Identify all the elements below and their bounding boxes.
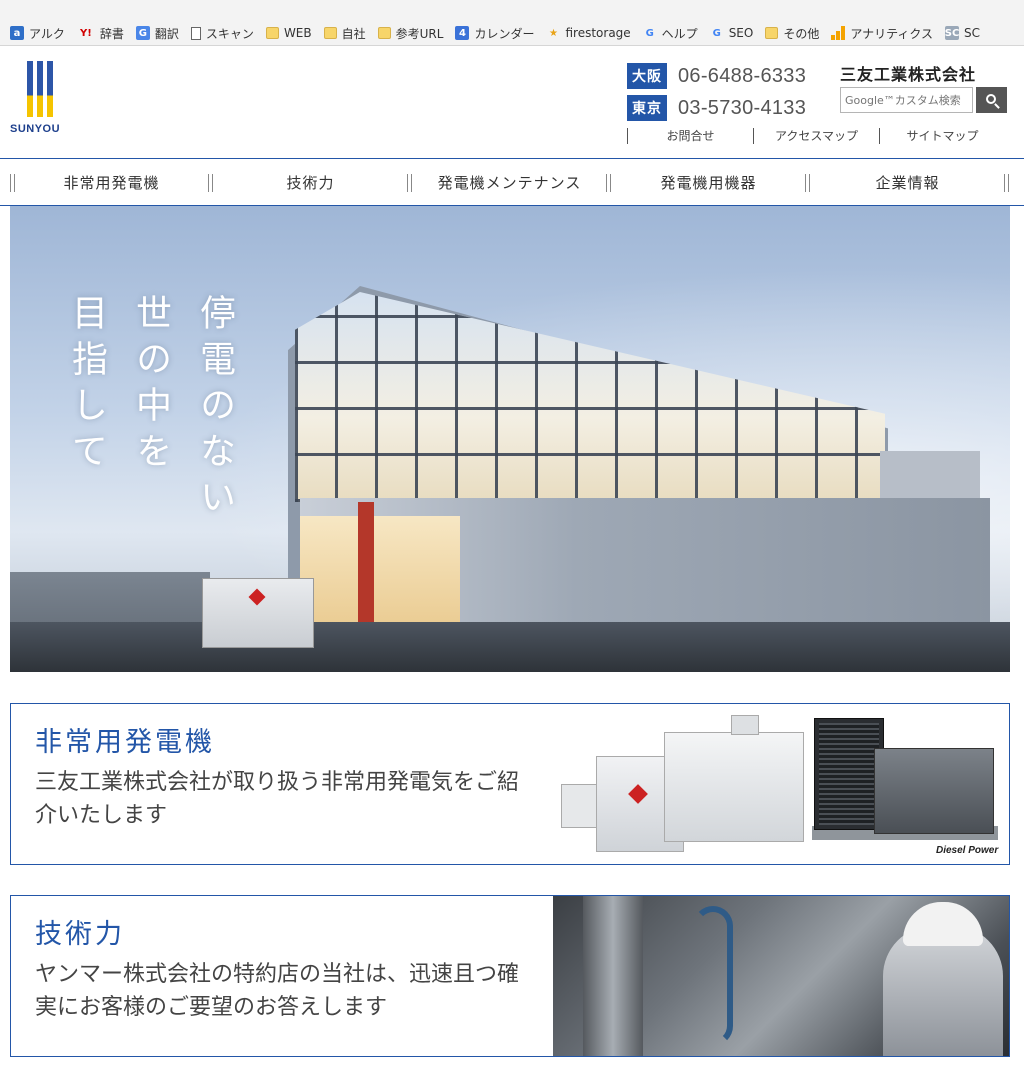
folder-icon xyxy=(323,27,337,39)
contact-link[interactable]: お問合せ xyxy=(627,128,753,144)
bookmark-label: 参考URL xyxy=(395,26,444,41)
section-title: 非常用発電機 xyxy=(35,727,215,758)
bookmark-label: WEB xyxy=(283,26,312,40)
bookmark-label: スキャン xyxy=(205,26,254,41)
phone-tokyo: 東京 03-5730-4133 xyxy=(627,95,806,121)
hero-generator xyxy=(202,578,314,648)
alc-icon: a xyxy=(10,26,24,40)
yahoo-icon: Y! xyxy=(79,27,92,39)
sitemap-link[interactable]: サイトマップ xyxy=(879,128,1005,144)
bookmark-search-console[interactable]: SC SC xyxy=(945,23,980,43)
hero-ground xyxy=(10,622,1010,672)
search-icon xyxy=(985,94,996,104)
search-input[interactable] xyxy=(840,87,973,113)
star-icon: ★ xyxy=(548,27,558,39)
analytics-icon xyxy=(831,26,846,40)
bookmark-label: カレンダー xyxy=(474,26,535,41)
technician-photo xyxy=(553,896,1009,1056)
search-button[interactable] xyxy=(976,87,1007,113)
bookmark-folder-web[interactable]: WEB xyxy=(265,23,312,43)
generator-engine xyxy=(874,748,994,834)
photo-pipe xyxy=(583,896,643,1056)
bookmark-label: 辞書 xyxy=(99,26,124,41)
google-icon: G xyxy=(712,27,721,39)
translate-icon: G xyxy=(135,26,150,40)
section-title: 技術力 xyxy=(35,919,125,950)
nav-item-technology[interactable]: 技術力 xyxy=(211,159,410,205)
hero-banner: 停電のない 世の中を 目指して xyxy=(10,206,1010,672)
bookmark-label: その他 xyxy=(783,26,820,41)
document-icon xyxy=(190,26,201,40)
hero-copy-line: 世の中を xyxy=(130,294,171,478)
generator-unit xyxy=(561,784,601,828)
section-description: 三友工業株式会社が取り扱う非常用発電気をご紹介いたします xyxy=(35,770,520,828)
bookmarks-row: a アルク Y! 辞書 G 翻訳 スキャン WEB 自社 参考URL 4 カレン… xyxy=(10,20,1024,46)
hero-copy-line: 停電のない xyxy=(194,294,235,524)
phone-osaka: 大阪 06-6488-6333 xyxy=(627,63,806,89)
logo-mark-icon xyxy=(27,61,53,117)
logo-text: SUNYOU xyxy=(10,123,61,135)
bookmarks-bar: a アルク Y! 辞書 G 翻訳 スキャン WEB 自社 参考URL 4 カレン… xyxy=(0,0,1024,46)
phone-number[interactable]: 06-6488-6333 xyxy=(678,65,806,88)
bookmark-label: 翻訳 xyxy=(154,26,179,41)
photo-hose xyxy=(693,906,733,1046)
global-nav: 非常用発電機 技術力 発電機メンテナンス 発電機用機器 企業情報 xyxy=(0,158,1024,206)
bookmark-alc[interactable]: a アルク xyxy=(10,23,65,43)
nav-item-company[interactable]: 企業情報 xyxy=(808,159,1007,205)
photo-helmet xyxy=(903,902,983,946)
access-map-link[interactable]: アクセスマップ xyxy=(753,128,879,144)
search-console-icon: SC xyxy=(944,26,960,40)
nav-item-equipment[interactable]: 発電機用機器 xyxy=(609,159,808,205)
bookmark-label: アナリティクス xyxy=(850,26,934,41)
bookmark-label: SEO xyxy=(728,26,754,40)
google-icon: G xyxy=(645,27,654,39)
site-logo[interactable]: SUNYOU xyxy=(10,61,70,141)
company-name: 三友工業株式会社 xyxy=(840,65,977,84)
bookmark-dictionary[interactable]: Y! 辞書 xyxy=(77,23,124,43)
nav-item-maintenance[interactable]: 発電機メンテナンス xyxy=(410,159,609,205)
phone-city-label: 大阪 xyxy=(627,63,667,89)
bookmark-label: アルク xyxy=(29,26,65,41)
site-search xyxy=(840,87,1007,113)
bookmark-help[interactable]: G ヘルプ xyxy=(643,23,698,43)
bookmark-folder-own[interactable]: 自社 xyxy=(323,23,366,43)
section-card-technology[interactable]: 技術力 ヤンマー株式会社の特約店の当社は、迅速且つ確実にお客様のご要望のお答えし… xyxy=(10,895,1010,1057)
bookmark-analytics[interactable]: アナリティクス xyxy=(831,23,933,43)
bookmark-firestorage[interactable]: ★ firestorage xyxy=(546,23,631,43)
hero-copy-line: 目指して xyxy=(66,294,107,478)
bookmark-label: SC xyxy=(964,26,981,40)
nav-separator xyxy=(1004,174,1009,192)
utility-links: お問合せ アクセスマップ サイトマップ xyxy=(627,128,1005,144)
bookmark-folder-other[interactable]: その他 xyxy=(765,23,819,43)
bookmark-folder-reference[interactable]: 参考URL xyxy=(377,23,444,43)
hero-building-lobby xyxy=(300,516,460,638)
site-header: SUNYOU 大阪 06-6488-6333 東京 03-5730-4133 三… xyxy=(0,47,1024,158)
folder-icon xyxy=(377,27,391,39)
folder-icon xyxy=(265,27,279,39)
section-description: ヤンマー株式会社の特約店の当社は、迅速且つ確実にお客様のご要望のお答えします xyxy=(35,962,520,1020)
nav-item-generators[interactable]: 非常用発電機 xyxy=(12,159,211,205)
bookmark-label: 自社 xyxy=(341,26,366,41)
folder-icon xyxy=(765,27,779,39)
bookmark-calendar[interactable]: 4 カレンダー xyxy=(455,23,534,43)
generator-unit xyxy=(664,715,804,842)
generators-image: Diesel Power xyxy=(556,708,1008,863)
bookmark-translate[interactable]: G 翻訳 xyxy=(135,23,179,43)
calendar-icon: 4 xyxy=(455,26,470,40)
bookmark-scan[interactable]: スキャン xyxy=(190,23,254,43)
section-card-generators[interactable]: 非常用発電機 三友工業株式会社が取り扱う非常用発電気をご紹介いたします Dies… xyxy=(10,703,1010,865)
bookmark-label: firestorage xyxy=(565,26,631,40)
phone-city-label: 東京 xyxy=(627,95,667,121)
bookmark-seo[interactable]: G SEO xyxy=(710,23,754,43)
phone-number[interactable]: 03-5730-4133 xyxy=(678,97,806,120)
bookmark-label: ヘルプ xyxy=(661,26,698,41)
diesel-power-caption: Diesel Power xyxy=(936,845,999,856)
hero-building-pillar xyxy=(358,502,374,642)
